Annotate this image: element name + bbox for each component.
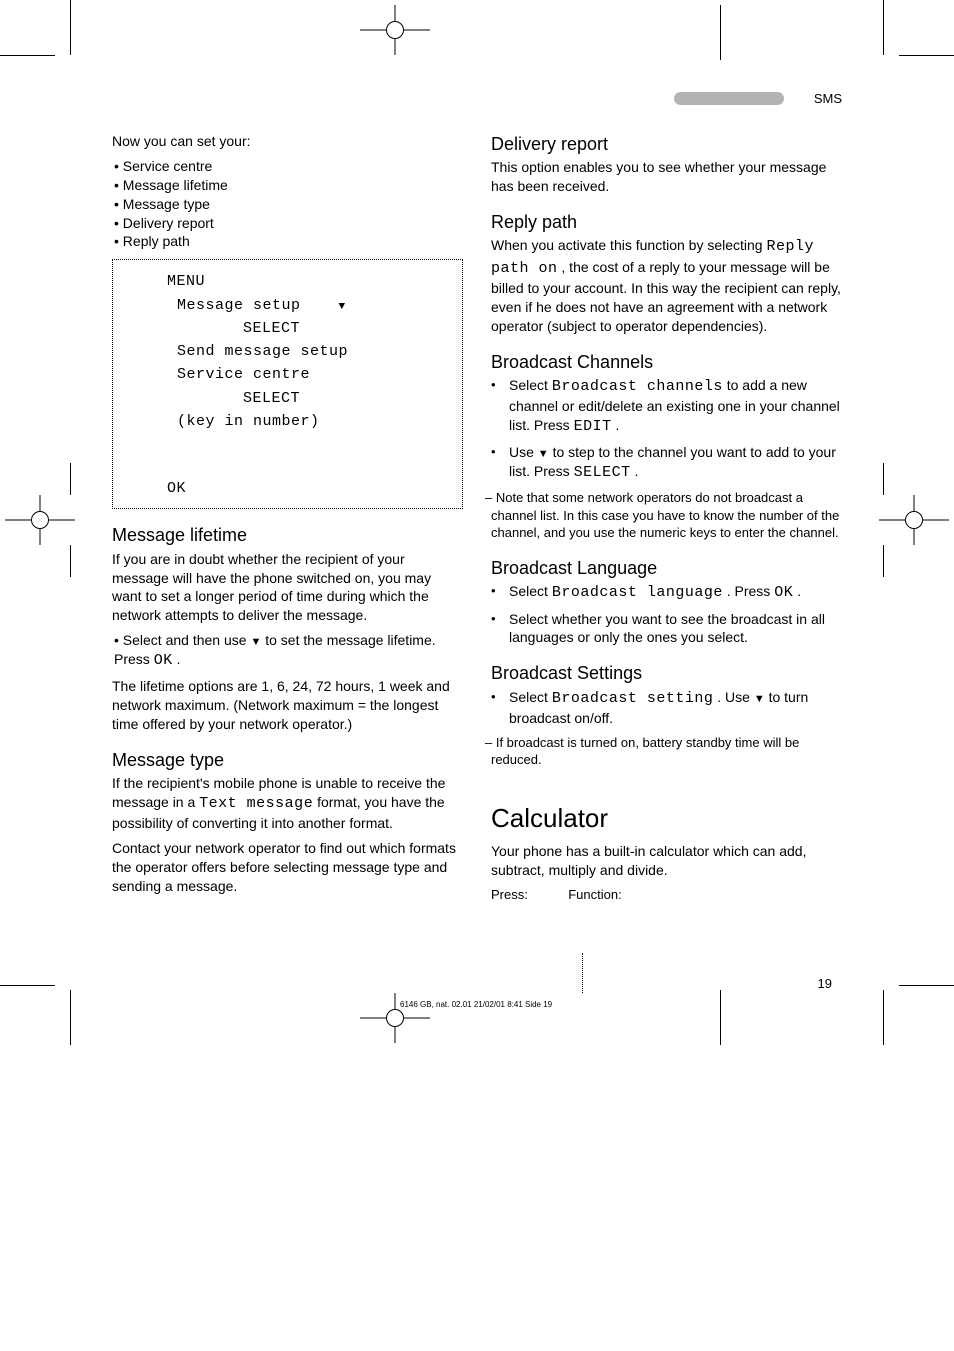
step-text: Select whether you want to see the broad… [509, 610, 842, 648]
crop-mark [883, 545, 884, 577]
crop-mark [883, 0, 884, 55]
bullet: Message lifetime [123, 177, 228, 193]
subheading: Broadcast Language [491, 556, 842, 580]
subheading: Reply path [491, 210, 842, 234]
register-mark-left [5, 495, 75, 545]
crop-mark [70, 0, 71, 55]
step-text: • Select [114, 632, 162, 648]
step-text: Select Broadcast channels to add a new c… [509, 376, 842, 437]
step-row: • Use ▼ to step to the channel you want … [491, 443, 842, 483]
lcd-line: SELECT [243, 317, 448, 340]
lcd-line: Send message setup [177, 340, 448, 363]
paragraph: The lifetime options are 1, 6, 24, 72 ho… [112, 677, 463, 734]
down-arrow-icon: ▼ [754, 693, 765, 705]
lcd-line: Service centre [177, 363, 448, 386]
down-arrow-icon: ▼ [250, 636, 261, 648]
two-column-body: Now you can set your: • Service centre •… [112, 90, 842, 903]
edit-key: EDIT [574, 418, 612, 435]
step-bullet: • [491, 582, 503, 603]
step-bullet: • [491, 443, 503, 483]
step-text: Select Broadcast language . Press OK . [509, 582, 842, 603]
lcd-line: MENU [167, 270, 448, 293]
step-row: • Select Broadcast setting . Use ▼ to tu… [491, 688, 842, 728]
subheading: Message type [112, 748, 463, 772]
crop-mark [899, 985, 954, 986]
bullet: Delivery report [123, 215, 214, 231]
col-header: Function: [568, 886, 842, 904]
note-text: – Note that some network operators do no… [491, 489, 842, 542]
text-message-label: Text message [199, 795, 313, 812]
ok-key: OK [774, 584, 793, 601]
subheading: Delivery report [491, 132, 842, 156]
step-bullet: • [491, 610, 503, 648]
broadcast-language-label: Broadcast language [552, 584, 723, 601]
step-text: Use ▼ to step to the channel you want to… [509, 443, 842, 483]
crop-mark [883, 463, 884, 495]
lcd-line: OK [167, 477, 448, 500]
step-text: and then use [166, 632, 251, 648]
lcd-line: Message setup [177, 297, 301, 314]
register-mark-right [879, 495, 949, 545]
down-arrow-icon: ▼ [538, 448, 549, 460]
print-footer: 6146 GB, nat. 02.01 21/02/01 8:41 Side 1… [400, 1000, 552, 1011]
ok-key: OK [154, 652, 173, 669]
step-text: Select Broadcast setting . Use ▼ to turn… [509, 688, 842, 728]
page-number: 19 [818, 975, 832, 993]
bullet: Service centre [123, 158, 212, 174]
lcd-example-box: MENU Message setup ▼ SELECT Send message… [112, 259, 463, 509]
paragraph: Your phone has a built-in calculator whi… [491, 842, 842, 880]
subheading: Message lifetime [112, 523, 463, 547]
select-key: SELECT [574, 464, 631, 481]
register-mark-top [360, 5, 430, 55]
note-text: – If broadcast is turned on, battery sta… [491, 734, 842, 769]
step-bullet: • [491, 376, 503, 437]
crop-mark [70, 463, 71, 495]
col-header: Press: [491, 886, 568, 904]
calc-table-header: Press: Function: [491, 886, 842, 904]
lcd-line: SELECT [243, 387, 448, 410]
crop-mark [70, 545, 71, 577]
right-column: Delivery report This option enables you … [491, 90, 842, 903]
paragraph: If the recipient's mobile phone is unabl… [112, 774, 463, 833]
crop-mark [70, 990, 71, 1045]
crop-mark [883, 990, 884, 1045]
step-row: • Select whether you want to see the bro… [491, 610, 842, 648]
paragraph: This option enables you to see whether y… [491, 158, 842, 196]
crop-mark [720, 5, 721, 60]
paragraph: When you activate this function by selec… [491, 236, 842, 335]
crop-mark [0, 985, 55, 986]
crop-mark [0, 55, 55, 56]
crop-mark [899, 55, 954, 56]
bullet: Message type [123, 196, 210, 212]
subheading: Broadcast Channels [491, 350, 842, 374]
left-column: Now you can set your: • Service centre •… [112, 90, 463, 903]
paragraph: If you are in doubt whether the recipien… [112, 550, 463, 626]
dotted-divider [582, 953, 584, 993]
subheading: Broadcast Settings [491, 661, 842, 685]
step-text: . [177, 651, 181, 667]
crop-mark [720, 990, 721, 1045]
broadcast-channels-label: Broadcast channels [552, 378, 723, 395]
step-row: • Select Broadcast language . Press OK . [491, 582, 842, 603]
step-row: • Select Broadcast channels to add a new… [491, 376, 842, 437]
down-arrow-icon: ▼ [339, 301, 346, 313]
intro-line: Now you can set your: [112, 132, 463, 151]
section-title: Calculator [491, 801, 842, 836]
bullet: Reply path [123, 233, 190, 249]
manual-page: SMS Now you can set your: • Service cent… [0, 0, 954, 1351]
paragraph: Contact your network operator to find ou… [112, 839, 463, 896]
step-bullet: • [491, 688, 503, 728]
broadcast-setting-label: Broadcast setting [552, 690, 714, 707]
lcd-line: (key in number) [177, 410, 448, 433]
